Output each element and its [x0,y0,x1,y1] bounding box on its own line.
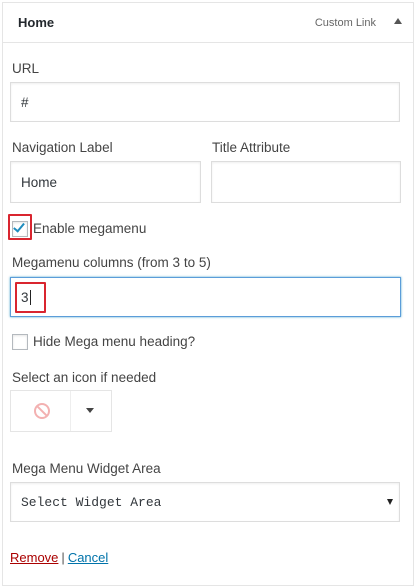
collapse-arrow-icon[interactable] [394,18,402,24]
action-separator: | [61,550,65,565]
widget-area-label: Mega Menu Widget Area [12,461,161,476]
megamenu-columns-input[interactable]: 3 [10,277,401,317]
highlight-box-columns [15,282,46,313]
hide-heading-checkbox[interactable] [12,334,28,350]
url-input[interactable]: # [10,82,400,122]
icon-select-label: Select an icon if needed [12,370,157,385]
navigation-label-input[interactable]: Home [10,161,201,203]
hide-heading-label[interactable]: Hide Mega menu heading? [33,334,195,349]
navigation-label-label: Navigation Label [12,140,113,155]
title-attribute-label: Title Attribute [212,140,291,155]
enable-megamenu-label[interactable]: Enable megamenu [33,221,146,236]
select-caret-icon [387,499,393,505]
title-attribute-input[interactable] [211,161,401,203]
dropdown-caret-icon[interactable] [86,408,94,413]
menu-item-type: Custom Link [314,17,376,29]
widget-area-select[interactable]: Select Widget Area [10,482,400,522]
navigation-label-value: Home [21,174,58,190]
prohibited-icon [34,403,50,419]
url-value: # [21,94,29,110]
widget-area-selected: Select Widget Area [21,494,162,510]
url-label: URL [12,61,40,76]
icon-picker[interactable] [10,390,112,432]
icon-preview[interactable] [11,391,71,431]
menu-item-title: Home [18,15,55,30]
menu-item-header[interactable]: Home Custom Link [3,3,413,43]
remove-link[interactable]: Remove [10,550,58,565]
item-actions: Remove | Cancel [10,550,108,565]
cancel-link[interactable]: Cancel [68,550,108,565]
highlight-box-checkbox [8,214,32,240]
megamenu-columns-label: Megamenu columns (from 3 to 5) [12,255,211,270]
